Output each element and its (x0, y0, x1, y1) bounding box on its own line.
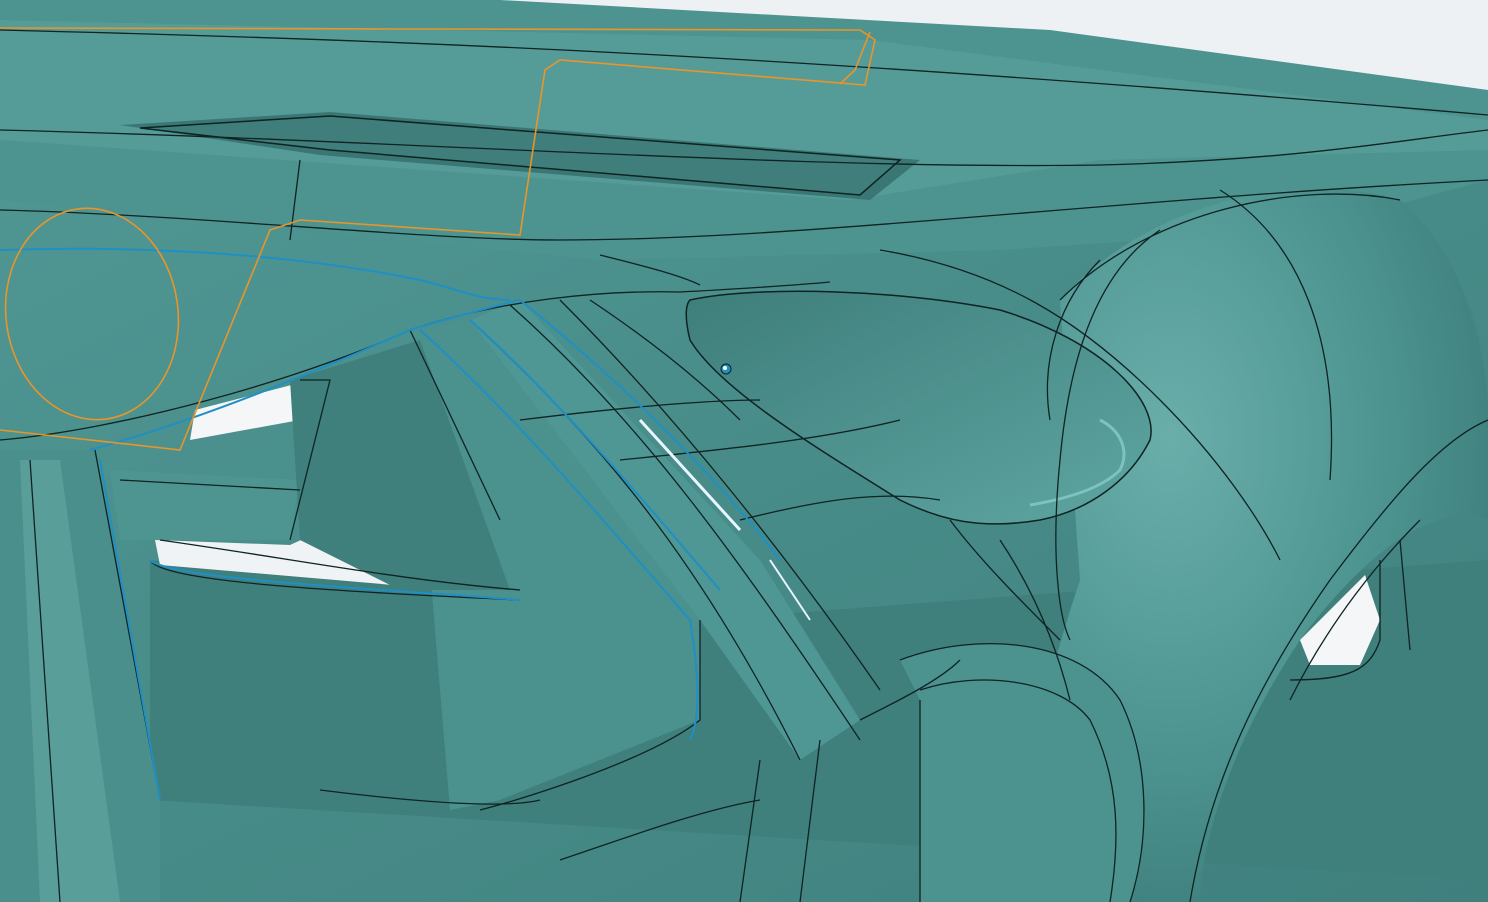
model-canvas[interactable] (0, 0, 1488, 902)
graphics-viewport[interactable] (0, 0, 1488, 902)
point-marker-icon[interactable] (720, 363, 732, 375)
